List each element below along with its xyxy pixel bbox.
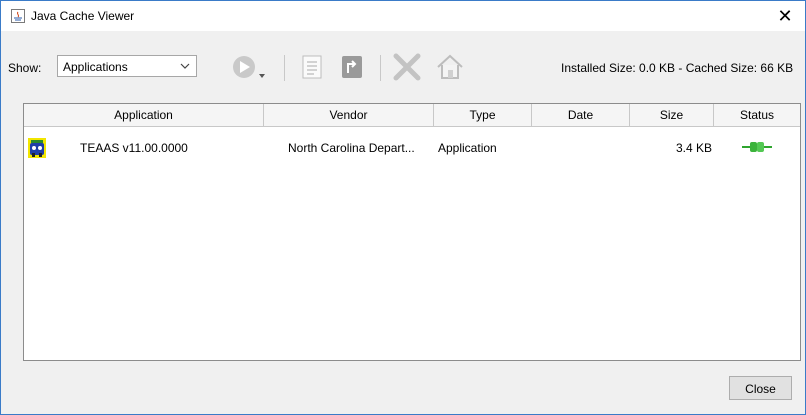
column-header-date[interactable]: Date xyxy=(532,104,630,126)
table-header: Application Vendor Type Date Size Status xyxy=(24,104,800,127)
show-jnlp-icon[interactable] xyxy=(299,53,325,81)
cell-vendor: North Carolina Depart... xyxy=(288,141,415,155)
column-header-size[interactable]: Size xyxy=(630,104,714,126)
toolbar-separator xyxy=(284,55,285,81)
cell-type: Application xyxy=(438,141,497,155)
application-icon xyxy=(28,138,46,158)
cell-size: 3.4 KB xyxy=(675,141,712,155)
cache-table: Application Vendor Type Date Size Status… xyxy=(23,103,801,361)
column-header-application[interactable]: Application xyxy=(24,104,264,126)
toolbar-separator xyxy=(380,55,381,81)
title-bar: Java Cache Viewer ✕ xyxy=(1,1,805,31)
close-button[interactable]: Close xyxy=(729,376,792,400)
show-select[interactable]: Applications xyxy=(57,55,197,77)
chevron-down-icon xyxy=(180,63,190,69)
table-row[interactable]: TEAAS v11.00.0000 North Carolina Depart.… xyxy=(24,128,800,168)
window-title: Java Cache Viewer xyxy=(31,9,135,23)
size-info: Installed Size: 0.0 KB - Cached Size: 66… xyxy=(561,61,794,75)
show-select-value: Applications xyxy=(63,60,128,74)
java-cache-viewer-window: Java Cache Viewer ✕ Show: Applications I… xyxy=(0,0,806,415)
cell-application: TEAAS v11.00.0000 xyxy=(80,141,188,155)
run-online-icon[interactable] xyxy=(231,53,271,81)
column-header-status[interactable]: Status xyxy=(714,104,800,126)
network-plug-icon xyxy=(742,142,772,152)
home-icon[interactable] xyxy=(434,53,466,81)
install-shortcut-icon[interactable] xyxy=(339,53,365,81)
java-icon xyxy=(11,9,25,23)
column-header-type[interactable]: Type xyxy=(434,104,532,126)
column-header-vendor[interactable]: Vendor xyxy=(264,104,434,126)
show-label: Show: xyxy=(8,61,42,75)
delete-icon[interactable] xyxy=(391,53,423,81)
window-close-button[interactable]: ✕ xyxy=(765,1,805,31)
